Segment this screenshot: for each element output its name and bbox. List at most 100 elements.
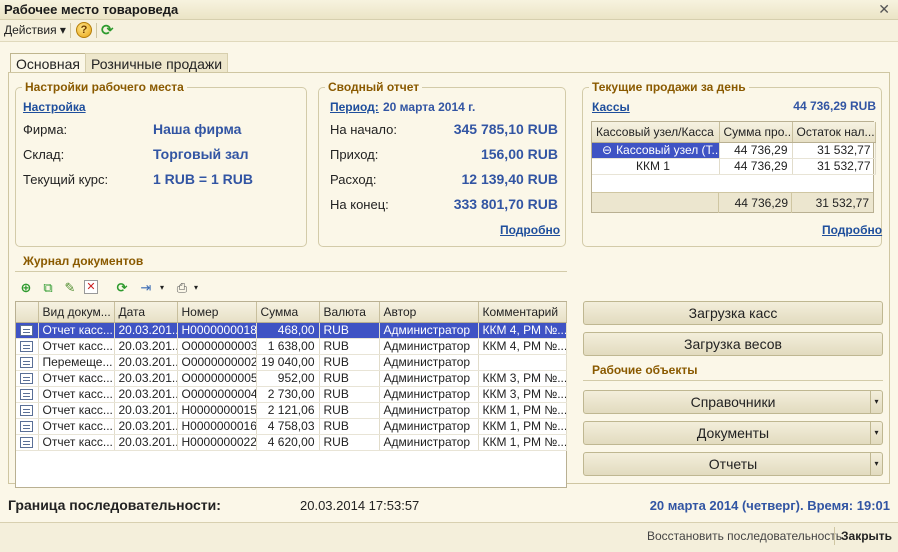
footer-bar: Восстановить последовательность Закрыть	[0, 522, 898, 552]
settings-link[interactable]: Настройка	[23, 100, 86, 114]
documents-button[interactable]: Документы ▾	[583, 421, 883, 445]
table-cell: RUB	[319, 354, 380, 371]
doc-type-cell	[16, 354, 39, 371]
sales-rest-cell: 31 532,77	[792, 142, 876, 159]
document-icon	[20, 357, 34, 369]
table-cell: 20.03.201...	[114, 402, 178, 419]
refresh-journal-icon[interactable]: ⟳	[114, 280, 130, 296]
table-cell: Перемеще...	[38, 354, 115, 371]
table-row[interactable]: Отчет касс... 20.03.201... О0000000004 2 73…	[16, 386, 567, 403]
actions-menu[interactable]: Действия ▾	[4, 23, 66, 37]
reports-button[interactable]: Отчеты ▾	[583, 452, 883, 476]
doc-type-cell	[16, 338, 39, 355]
chevron-down-icon[interactable]: ▾	[870, 453, 882, 475]
doc-type-cell	[16, 370, 39, 387]
table-row[interactable]: ⊖ Кассовый узел (Т... 44 736,29 31 532,77	[592, 142, 876, 159]
doc-type-cell	[16, 386, 39, 403]
column-header[interactable]: Номер	[177, 302, 257, 323]
document-icon	[20, 421, 34, 433]
table-cell: Отчет касс...	[38, 434, 115, 451]
document-icon	[20, 389, 34, 401]
period-link[interactable]: Период:	[330, 100, 379, 114]
references-label: Справочники	[690, 394, 776, 410]
table-cell: 19 040,00	[256, 354, 320, 371]
table-cell: 20.03.201...	[114, 434, 178, 451]
doc-type-cell	[16, 402, 39, 419]
report-row-label: На начало:	[330, 122, 397, 137]
tab-main[interactable]: Основная	[10, 53, 86, 74]
column-header-icon	[16, 302, 39, 323]
work-objects-title: Рабочие объекты	[592, 363, 698, 377]
table-row[interactable]: Перемеще... 20.03.201... О0000000002 19 040…	[16, 354, 567, 371]
table-row[interactable]: Отчет касс... 20.03.201... О0000000003 1 63…	[16, 338, 567, 355]
table-cell: 20.03.201...	[114, 386, 178, 403]
rate-value: 1 RUB = 1 RUB	[153, 171, 253, 187]
column-header[interactable]: Остаток нал...	[792, 122, 876, 143]
chevron-down-icon[interactable]: ▾	[870, 422, 882, 444]
table-cell: 468,00	[256, 322, 320, 339]
edit-icon[interactable]: ✎	[62, 280, 78, 296]
load-cash-button[interactable]: Загрузка касс	[583, 301, 883, 325]
journal-title: Журнал документов	[23, 254, 144, 268]
refresh-icon[interactable]: ⟳	[101, 21, 114, 39]
restore-sequence-button[interactable]: Восстановить последовательность	[647, 529, 842, 543]
firm-value[interactable]: Наша фирма	[153, 121, 241, 137]
column-header[interactable]: Вид докум...	[38, 302, 115, 323]
grid-divider	[718, 193, 719, 213]
table-row[interactable]: Отчет касс... 20.03.201... Н0000000018 468,…	[16, 322, 567, 339]
sales-group-title: Текущие продажи за день	[589, 80, 749, 94]
chevron-down-icon[interactable]: ▾	[188, 280, 204, 296]
close-button[interactable]: Закрыть	[841, 529, 892, 543]
sales-details-link[interactable]: Подробно	[822, 223, 882, 237]
column-header[interactable]: Комментарий	[478, 302, 567, 323]
period-value: 20 марта 2014 г.	[383, 100, 476, 114]
sales-total: 44 736,29 RUB	[793, 99, 876, 113]
tab-retail-sales[interactable]: Розничные продажи	[85, 53, 229, 73]
table-row[interactable]: ККМ 1 44 736,29 31 532,77	[592, 158, 876, 175]
firm-label: Фирма:	[23, 122, 68, 137]
column-header[interactable]: Сумма про...	[719, 122, 793, 143]
sales-grid[interactable]: Кассовый узел/Касса Сумма про... Остаток…	[591, 121, 876, 213]
post-icon[interactable]: ⇥	[138, 280, 154, 296]
table-cell: ККМ 1, РМ №...	[478, 418, 567, 435]
warehouse-value[interactable]: Торговый зал	[153, 146, 248, 162]
column-header[interactable]: Дата	[114, 302, 178, 323]
documents-label: Документы	[696, 425, 770, 441]
delete-icon[interactable]: ✕	[84, 280, 98, 294]
cash-node-name: Кассовый узел (Т...	[616, 143, 719, 157]
report-row-value: 345 785,10 RUB	[453, 121, 558, 137]
copy-icon[interactable]: ⧉	[40, 280, 56, 296]
table-cell: ККМ 4, РМ №...	[478, 338, 567, 355]
table-cell: 2 121,06	[256, 402, 320, 419]
footer-separator	[834, 527, 835, 545]
cash-node-cell[interactable]: ⊖ Кассовый узел (Т...	[592, 142, 720, 159]
kassy-link[interactable]: Кассы	[592, 100, 630, 114]
table-row[interactable]: Отчет касс... 20.03.201... Н0000000022 4 62…	[16, 434, 567, 451]
collapse-icon[interactable]: ⊖	[602, 143, 612, 157]
report-row-label: Приход:	[330, 147, 379, 162]
table-cell: Администратор	[379, 434, 479, 451]
column-header[interactable]: Автор	[379, 302, 479, 323]
table-cell: Отчет касс...	[38, 338, 115, 355]
report-details-link[interactable]: Подробно	[500, 223, 560, 237]
help-icon[interactable]: ?	[76, 22, 92, 38]
column-header[interactable]: Кассовый узел/Касса	[592, 122, 720, 143]
journal-grid[interactable]: Вид докум... Дата Номер Сумма Валюта Авт…	[15, 301, 567, 488]
chevron-down-icon[interactable]: ▾	[870, 391, 882, 413]
table-cell: Администратор	[379, 418, 479, 435]
table-cell: Администратор	[379, 370, 479, 387]
table-row[interactable]: Отчет касс... 20.03.201... Н0000000016 4 75…	[16, 418, 567, 435]
column-header[interactable]: Валюта	[319, 302, 380, 323]
table-row[interactable]: Отчет касс... 20.03.201... Н0000000015 2 12…	[16, 402, 567, 419]
sales-grid-header: Кассовый узел/Касса Сумма про... Остаток…	[592, 122, 876, 143]
work-objects-divider	[583, 380, 883, 381]
column-header[interactable]: Сумма	[256, 302, 320, 323]
close-icon[interactable]: ✕	[878, 1, 890, 18]
table-row[interactable]: Отчет касс... 20.03.201... О0000000005 952,…	[16, 370, 567, 387]
load-scales-button[interactable]: Загрузка весов	[583, 332, 883, 356]
add-icon[interactable]: ⊕	[18, 280, 34, 296]
table-cell: Администратор	[379, 402, 479, 419]
actions-label: Действия	[4, 23, 57, 37]
references-button[interactable]: Справочники ▾	[583, 390, 883, 414]
chevron-down-icon[interactable]: ▾	[154, 280, 170, 296]
